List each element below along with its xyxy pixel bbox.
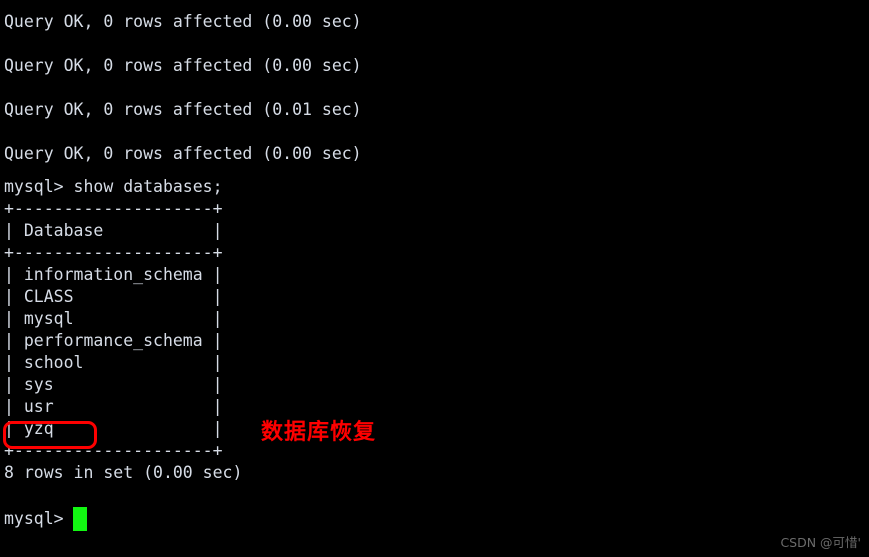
table-row: | school | [4, 353, 223, 372]
table-border-bottom: +--------------------+ [4, 441, 223, 460]
table-row: | usr | [4, 397, 223, 416]
prompt-row[interactable]: mysql> [4, 506, 87, 532]
annotation-note: 数据库恢复 [261, 420, 377, 445]
table-row: | mysql | [4, 309, 223, 328]
watermark: CSDN @可惜' [780, 535, 861, 550]
table-row: | information_schema | [4, 265, 223, 284]
query-result-line: Query OK, 0 rows affected (0.00 sec) [4, 56, 362, 75]
command-line: mysql> show databases; [4, 177, 223, 196]
table-border-mid: +--------------------+ [4, 243, 223, 262]
table-row: | CLASS | [4, 287, 223, 306]
row-count-line: 8 rows in set (0.00 sec) [4, 463, 243, 482]
table-row: | sys | [4, 375, 223, 394]
table-row: | performance_schema | [4, 331, 223, 350]
cursor-block [72, 507, 87, 531]
query-result-line: Query OK, 0 rows affected (0.00 sec) [4, 144, 362, 163]
query-result-line: Query OK, 0 rows affected (0.01 sec) [4, 100, 362, 119]
terminal-screen: Query OK, 0 rows affected (0.00 sec) Que… [0, 0, 869, 557]
table-border-top: +--------------------+ [4, 199, 223, 218]
prompt-label: mysql> [4, 509, 64, 528]
table-row-yzq: | yzq | [4, 419, 223, 438]
table-header-row: | Database | [4, 221, 223, 240]
terminal-output: Query OK, 0 rows affected (0.00 sec) Que… [4, 0, 865, 484]
query-result-line: Query OK, 0 rows affected (0.00 sec) [4, 12, 362, 31]
